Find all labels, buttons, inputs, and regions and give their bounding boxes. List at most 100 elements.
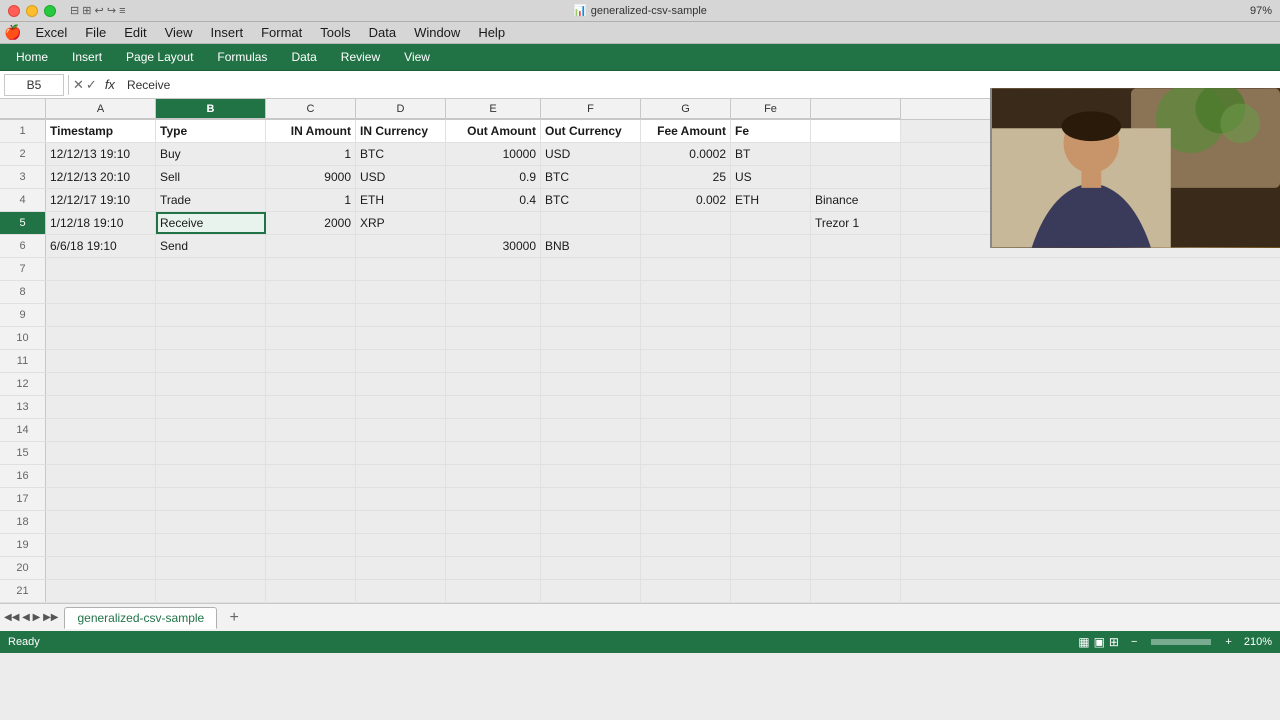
add-sheet-button[interactable]: + [223,607,245,629]
cell-g11[interactable] [641,350,731,372]
sheet-nav-arrows[interactable]: ◀◀ ◀ ▶ ▶▶ [4,612,58,623]
cell-d9[interactable] [356,304,446,326]
cell-h10[interactable] [731,327,811,349]
cell-f1[interactable]: Out Currency [541,120,641,142]
cell-b20[interactable] [156,557,266,579]
cell-a16[interactable] [46,465,156,487]
cell-h11[interactable] [731,350,811,372]
cell-a4[interactable]: 12/12/17 19:10 [46,189,156,211]
cell-g14[interactable] [641,419,731,441]
cell-b6[interactable]: Send [156,235,266,257]
cell-g17[interactable] [641,488,731,510]
cell-d12[interactable] [356,373,446,395]
cell-c13[interactable] [266,396,356,418]
cell-f20[interactable] [541,557,641,579]
cell-g6[interactable] [641,235,731,257]
cell-f14[interactable] [541,419,641,441]
cell-h12[interactable] [731,373,811,395]
cell-d21[interactable] [356,580,446,602]
apple-menu[interactable]: 🍎 [4,24,21,41]
cell-c14[interactable] [266,419,356,441]
menu-window[interactable]: Window [406,23,468,42]
tab-insert[interactable]: Insert [60,44,114,70]
menu-tools[interactable]: Tools [312,23,358,42]
cell-g4[interactable]: 0.002 [641,189,731,211]
menu-data[interactable]: Data [361,23,404,42]
cell-d16[interactable] [356,465,446,487]
cell-a7[interactable] [46,258,156,280]
cell-a17[interactable] [46,488,156,510]
tab-review[interactable]: Review [329,44,392,70]
cell-a14[interactable] [46,419,156,441]
cell-a9[interactable] [46,304,156,326]
cell-c12[interactable] [266,373,356,395]
cell-b21[interactable] [156,580,266,602]
row-number-12[interactable]: 12 [0,373,46,395]
cell-e9[interactable] [446,304,541,326]
cell-f4[interactable]: BTC [541,189,641,211]
cell-b18[interactable] [156,511,266,533]
cell-i18[interactable] [811,511,901,533]
menu-view[interactable]: View [157,23,201,42]
cell-d6[interactable] [356,235,446,257]
cell-f7[interactable] [541,258,641,280]
cell-i11[interactable] [811,350,901,372]
cell-h7[interactable] [731,258,811,280]
cell-b3[interactable]: Sell [156,166,266,188]
cell-e17[interactable] [446,488,541,510]
cell-e2[interactable]: 10000 [446,143,541,165]
cell-h4[interactable]: ETH [731,189,811,211]
cell-f17[interactable] [541,488,641,510]
row-number-13[interactable]: 13 [0,396,46,418]
confirm-formula-icon[interactable]: ✓ [86,77,97,93]
cell-b5[interactable]: Receive [156,212,266,234]
cell-e6[interactable]: 30000 [446,235,541,257]
cell-f19[interactable] [541,534,641,556]
cell-e3[interactable]: 0.9 [446,166,541,188]
cell-i4[interactable]: Binance [811,189,901,211]
cell-reference-box[interactable]: B5 [4,74,64,96]
cell-b1[interactable]: Type [156,120,266,142]
col-header-c[interactable]: C [266,99,356,119]
cell-h14[interactable] [731,419,811,441]
cell-h5[interactable] [731,212,811,234]
cell-c10[interactable] [266,327,356,349]
row-number-20[interactable]: 20 [0,557,46,579]
row-number-16[interactable]: 16 [0,465,46,487]
cell-c2[interactable]: 1 [266,143,356,165]
cell-f16[interactable] [541,465,641,487]
cell-c11[interactable] [266,350,356,372]
cell-e18[interactable] [446,511,541,533]
cell-e15[interactable] [446,442,541,464]
cell-b14[interactable] [156,419,266,441]
cell-f9[interactable] [541,304,641,326]
tab-page-layout[interactable]: Page Layout [114,44,205,70]
cell-b7[interactable] [156,258,266,280]
tab-home[interactable]: Home [4,44,60,70]
cell-g1[interactable]: Fee Amount [641,120,731,142]
cell-c5[interactable]: 2000 [266,212,356,234]
zoom-slider[interactable] [1151,639,1211,645]
menu-edit[interactable]: Edit [116,23,154,42]
cell-e8[interactable] [446,281,541,303]
row-number-17[interactable]: 17 [0,488,46,510]
menu-format[interactable]: Format [253,23,310,42]
cell-g7[interactable] [641,258,731,280]
cell-d19[interactable] [356,534,446,556]
cell-c7[interactable] [266,258,356,280]
cell-d13[interactable] [356,396,446,418]
cell-b9[interactable] [156,304,266,326]
row-number-19[interactable]: 19 [0,534,46,556]
cell-h2[interactable]: BT [731,143,811,165]
cell-f5[interactable] [541,212,641,234]
cell-h20[interactable] [731,557,811,579]
cell-h21[interactable] [731,580,811,602]
zoom-minus-icon[interactable]: − [1131,636,1137,648]
cell-g20[interactable] [641,557,731,579]
cell-c19[interactable] [266,534,356,556]
cell-f3[interactable]: BTC [541,166,641,188]
cell-e20[interactable] [446,557,541,579]
cell-a10[interactable] [46,327,156,349]
cell-e19[interactable] [446,534,541,556]
cell-a5[interactable]: 1/12/18 19:10 [46,212,156,234]
